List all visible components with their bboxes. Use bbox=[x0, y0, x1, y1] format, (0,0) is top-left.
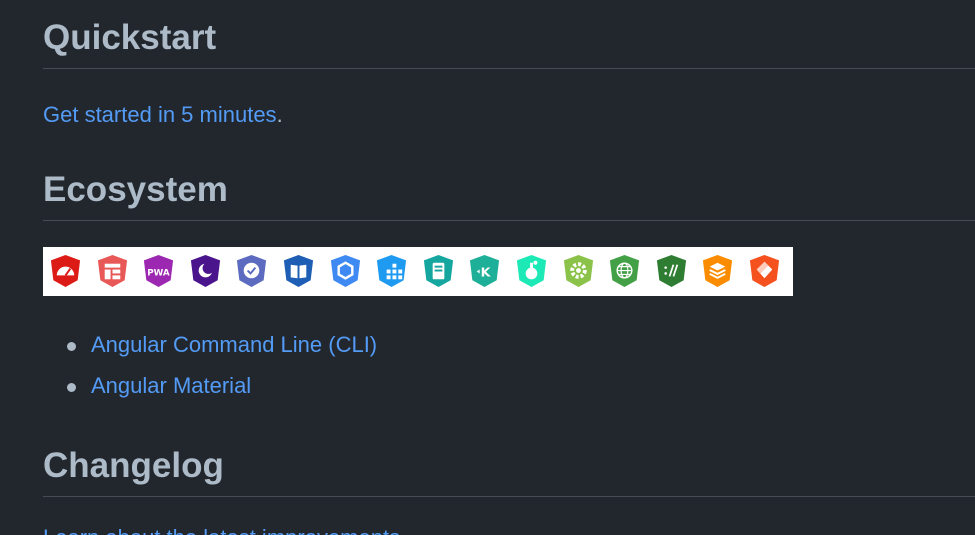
layout-icon bbox=[97, 254, 127, 288]
list-item: Angular Command Line (CLI) bbox=[66, 331, 377, 359]
layers-icon bbox=[703, 254, 733, 288]
angular-material-link[interactable]: Angular Material bbox=[91, 373, 251, 398]
changelog-link[interactable]: Learn about the latest improvements bbox=[43, 525, 400, 535]
globe-icon bbox=[610, 254, 640, 288]
list-item: Angular Material bbox=[66, 372, 377, 400]
angular-cli-icon bbox=[50, 254, 81, 288]
changelog-paragraph: Learn about the latest improvements bbox=[43, 524, 400, 535]
gear-icon bbox=[563, 254, 593, 288]
quickstart-heading: Quickstart bbox=[43, 16, 975, 69]
quickstart-period: . bbox=[276, 102, 283, 127]
diamond-icon bbox=[749, 254, 779, 288]
ecosystem-badges-image: PWA K bbox=[43, 247, 793, 296]
pwa-icon: PWA bbox=[144, 254, 174, 288]
book-icon bbox=[283, 254, 314, 288]
k-icon: K bbox=[470, 254, 500, 288]
slashes-icon bbox=[656, 254, 686, 288]
get-started-link[interactable]: Get started in 5 minutes bbox=[43, 102, 277, 127]
hexagon-icon bbox=[330, 254, 360, 288]
ecosystem-heading: Ecosystem bbox=[43, 168, 975, 221]
moon-icon bbox=[190, 254, 220, 288]
svg-text:K: K bbox=[481, 264, 492, 279]
grid-icon bbox=[377, 254, 407, 288]
ecosystem-list: Angular Command Line (CLI) Angular Mater… bbox=[43, 331, 377, 413]
check-shield-icon bbox=[237, 254, 267, 288]
angular-cli-link[interactable]: Angular Command Line (CLI) bbox=[91, 332, 377, 357]
svg-text:PWA: PWA bbox=[147, 268, 170, 278]
flask-icon bbox=[516, 254, 547, 288]
server-icon bbox=[423, 254, 453, 288]
quickstart-paragraph: Get started in 5 minutes. bbox=[43, 101, 283, 129]
changelog-heading: Changelog bbox=[43, 444, 975, 497]
